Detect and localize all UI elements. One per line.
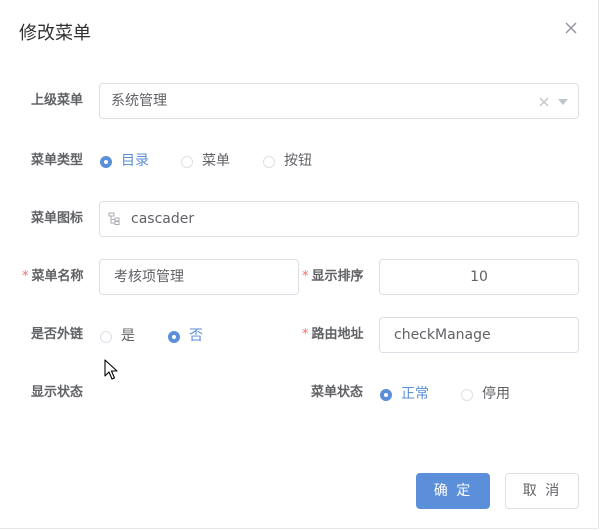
confirm-button[interactable]: 确 定 bbox=[416, 473, 490, 509]
radio-label: 按钮 bbox=[284, 153, 312, 169]
radio-dot bbox=[181, 156, 193, 168]
radio-dot bbox=[168, 331, 180, 343]
dialog-title: 修改菜单 bbox=[19, 23, 91, 44]
radio-dot bbox=[461, 389, 473, 401]
menu-icon-value: cascader bbox=[131, 211, 195, 227]
parent-menu-label: 上级菜单 bbox=[31, 93, 84, 108]
display-status-label: 显示状态 bbox=[31, 385, 84, 400]
radio-label: 正常 bbox=[401, 386, 429, 402]
menu-name-value: 考核项管理 bbox=[114, 269, 184, 285]
parent-menu-value: 系统管理 bbox=[111, 93, 167, 109]
label-text: 显示排序 bbox=[311, 269, 364, 284]
radio-label: 目录 bbox=[121, 153, 149, 169]
menu-status-label: 菜单状态 bbox=[311, 385, 364, 400]
radio-label: 菜单 bbox=[202, 153, 230, 169]
label-text: 路由地址 bbox=[311, 327, 364, 342]
radio-menu-type-menu[interactable]: 菜单 bbox=[181, 153, 230, 169]
required-mark: * bbox=[302, 327, 309, 342]
required-mark: * bbox=[302, 269, 309, 284]
clear-icon[interactable] bbox=[539, 97, 549, 107]
radio-label: 是 bbox=[121, 328, 135, 344]
radio-menu-type-directory[interactable]: 目录 bbox=[100, 153, 149, 169]
sort-order-label: * 显示排序 bbox=[302, 269, 364, 285]
radio-status-disabled[interactable]: 停用 bbox=[461, 386, 510, 402]
menu-name-input[interactable]: 考核项管理 bbox=[99, 259, 299, 295]
radio-label: 否 bbox=[189, 328, 203, 344]
radio-dot bbox=[100, 156, 112, 168]
caret-down-icon[interactable] bbox=[558, 99, 568, 105]
close-icon[interactable] bbox=[563, 20, 579, 36]
sort-order-input[interactable]: 10 bbox=[379, 259, 579, 295]
parent-menu-select[interactable]: 系统管理 bbox=[99, 83, 579, 119]
menu-name-label: * 菜单名称 bbox=[22, 269, 84, 285]
menu-icon-label: 菜单图标 bbox=[31, 211, 84, 226]
radio-external-no[interactable]: 否 bbox=[168, 328, 203, 344]
is-external-label: 是否外链 bbox=[31, 327, 84, 342]
mouse-cursor-icon bbox=[104, 359, 118, 380]
edit-menu-dialog: 修改菜单 上级菜单 系统管理 菜单类型 目录 菜单 按钮 菜单图标 cascad… bbox=[0, 0, 599, 529]
radio-external-yes[interactable]: 是 bbox=[100, 328, 135, 344]
cancel-button[interactable]: 取 消 bbox=[505, 473, 579, 509]
radio-dot bbox=[380, 389, 392, 401]
sort-order-value: 10 bbox=[470, 269, 488, 285]
radio-status-normal[interactable]: 正常 bbox=[380, 386, 429, 402]
label-text: 菜单名称 bbox=[31, 269, 84, 284]
route-path-value: checkManage bbox=[394, 327, 491, 343]
radio-dot bbox=[100, 331, 112, 343]
menu-icon-input[interactable]: cascader bbox=[99, 201, 579, 237]
radio-label: 停用 bbox=[482, 386, 510, 402]
radio-menu-type-button[interactable]: 按钮 bbox=[263, 153, 312, 169]
radio-dot bbox=[263, 156, 275, 168]
route-path-input[interactable]: checkManage bbox=[379, 317, 579, 353]
tree-icon bbox=[108, 212, 120, 225]
required-mark: * bbox=[22, 269, 29, 284]
menu-type-label: 菜单类型 bbox=[31, 153, 84, 168]
route-path-label: * 路由地址 bbox=[302, 327, 364, 343]
